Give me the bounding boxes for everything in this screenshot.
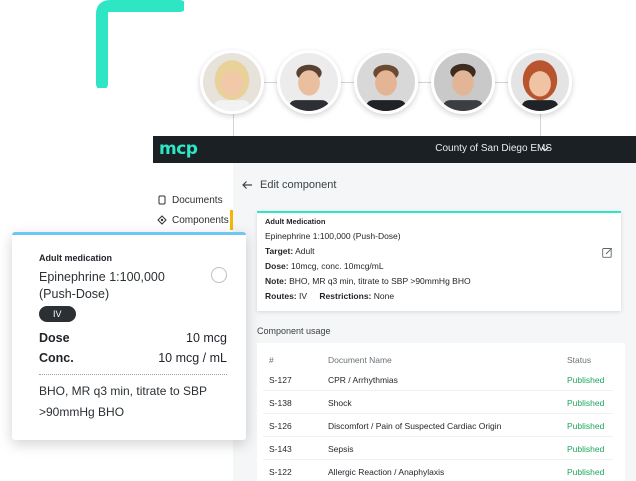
sidebar-item-documents[interactable]: Documents: [157, 190, 233, 210]
table-row[interactable]: S-143 Sepsis Published: [263, 437, 613, 460]
dose-label: Dose: [39, 331, 70, 345]
concentration-value: 10 mcg / mL: [158, 351, 227, 365]
avatar: [354, 50, 418, 114]
person-avatar-blonde-woman-icon: [203, 53, 261, 111]
status-badge: Published: [567, 398, 605, 408]
row-id: S-143: [269, 444, 292, 454]
status-badge: Published: [567, 444, 605, 454]
document-icon: [158, 195, 166, 205]
routes-value: IV: [299, 291, 308, 301]
row-id: S-127: [269, 375, 292, 385]
target-row: Target: Adult: [265, 246, 613, 256]
row-document-name[interactable]: CPR / Arrhythmias: [328, 375, 398, 385]
dose-value: 10 mcg: [186, 331, 227, 345]
brand-logo[interactable]: mcp: [159, 139, 198, 159]
reviewer-avatars: [200, 50, 636, 116]
restrictions-value: None: [373, 291, 395, 301]
column-header-document-name: Document Name: [328, 355, 392, 365]
component-name: Epinephrine 1:100,000 (Push-Dose): [265, 231, 401, 241]
back-arrow-icon[interactable]: [241, 180, 253, 190]
decorative-corner-shape: [96, 0, 184, 88]
routes-row: Routes: IV Restrictions: None: [265, 291, 613, 301]
main-content: Edit component Adult Medication Epinephr…: [233, 163, 636, 481]
row-id: S-122: [269, 467, 292, 477]
note-label: Note:: [265, 276, 287, 286]
table-row[interactable]: S-122 Allergic Reaction / Anaphylaxis Pu…: [263, 460, 613, 481]
dotted-divider: [39, 374, 227, 375]
sidebar-item-components[interactable]: Components: [157, 210, 233, 230]
dose-row: Dose: 10mcg, conc. 10mcg/mL: [265, 261, 613, 271]
person-avatar-young-man-icon: [434, 53, 492, 111]
component-detail-card: Adult Medication Epinephrine 1:100,000 (…: [257, 211, 621, 311]
edit-icon[interactable]: [602, 247, 613, 258]
chevron-down-icon[interactable]: [540, 144, 550, 154]
table-row[interactable]: S-126 Discomfort / Pain of Suspected Car…: [263, 414, 613, 437]
usage-section-title: Component usage: [257, 326, 331, 336]
avatar: [200, 50, 264, 114]
status-badge: Published: [567, 375, 605, 385]
row-document-name[interactable]: Sepsis: [328, 444, 354, 454]
table-row[interactable]: S-138 Shock Published: [263, 391, 613, 414]
column-header-status: Status: [567, 355, 592, 365]
row-id: S-126: [269, 421, 292, 431]
route-badge: IV: [39, 306, 76, 322]
dose-value: 10mcg, conc. 10mcg/mL: [291, 261, 384, 271]
dose-row: Dose 10 mcg: [39, 331, 227, 347]
person-avatar-man-icon: [280, 53, 338, 111]
top-bar: mcp County of San Diego EMS: [153, 136, 636, 163]
sidebar-item-label: Documents: [172, 194, 223, 206]
component-icon: [157, 215, 167, 225]
medication-note: BHO, MR q3 min, titrate to SBP >90mmHg B…: [39, 384, 207, 419]
person-avatar-redhead-woman-icon: [511, 53, 569, 111]
avatar-connector-drop: [540, 114, 541, 136]
select-radio[interactable]: [211, 267, 227, 283]
medication-name: Epinephrine 1:100,000 (Push-Dose): [39, 270, 165, 301]
medication-category: Adult medication: [39, 253, 113, 263]
column-header-number: #: [269, 355, 274, 365]
usage-table: # Document Name Status S-127 CPR / Arrhy…: [257, 343, 625, 481]
organization-selector[interactable]: County of San Diego EMS: [435, 143, 552, 154]
target-label: Target:: [265, 246, 294, 256]
marketing-stage: mcp County of San Diego EMS Documents Co…: [0, 0, 636, 481]
medication-card[interactable]: Adult medication Epinephrine 1:100,000 (…: [12, 232, 246, 440]
row-document-name[interactable]: Discomfort / Pain of Suspected Cardiac O…: [328, 421, 501, 431]
page-header: Edit component: [241, 179, 336, 191]
row-document-name[interactable]: Allergic Reaction / Anaphylaxis: [328, 467, 444, 477]
page-title: Edit component: [260, 179, 337, 191]
target-value: Adult: [295, 246, 315, 256]
table-row[interactable]: S-127 CPR / Arrhythmias Published: [263, 368, 613, 391]
status-badge: Published: [567, 421, 605, 431]
dose-label: Dose:: [265, 261, 289, 271]
note-value: BHO, MR q3 min, titrate to SBP >90mmHg B…: [289, 276, 471, 286]
person-avatar-man-smiling-icon: [357, 53, 415, 111]
row-document-name[interactable]: Shock: [328, 398, 352, 408]
avatar: [277, 50, 341, 114]
sidebar-item-label: Components: [172, 214, 229, 226]
restrictions-label: Restrictions:: [319, 291, 372, 301]
avatar-connector-drop: [233, 114, 234, 136]
status-badge: Published: [567, 467, 605, 477]
routes-label: Routes:: [265, 291, 297, 301]
avatar: [431, 50, 495, 114]
concentration-row: Conc. 10 mcg / mL: [39, 351, 227, 367]
avatar: [508, 50, 572, 114]
note-row: Note: BHO, MR q3 min, titrate to SBP >90…: [265, 276, 613, 286]
component-category: Adult Medication: [265, 217, 326, 226]
row-id: S-138: [269, 398, 292, 408]
concentration-label: Conc.: [39, 351, 74, 365]
